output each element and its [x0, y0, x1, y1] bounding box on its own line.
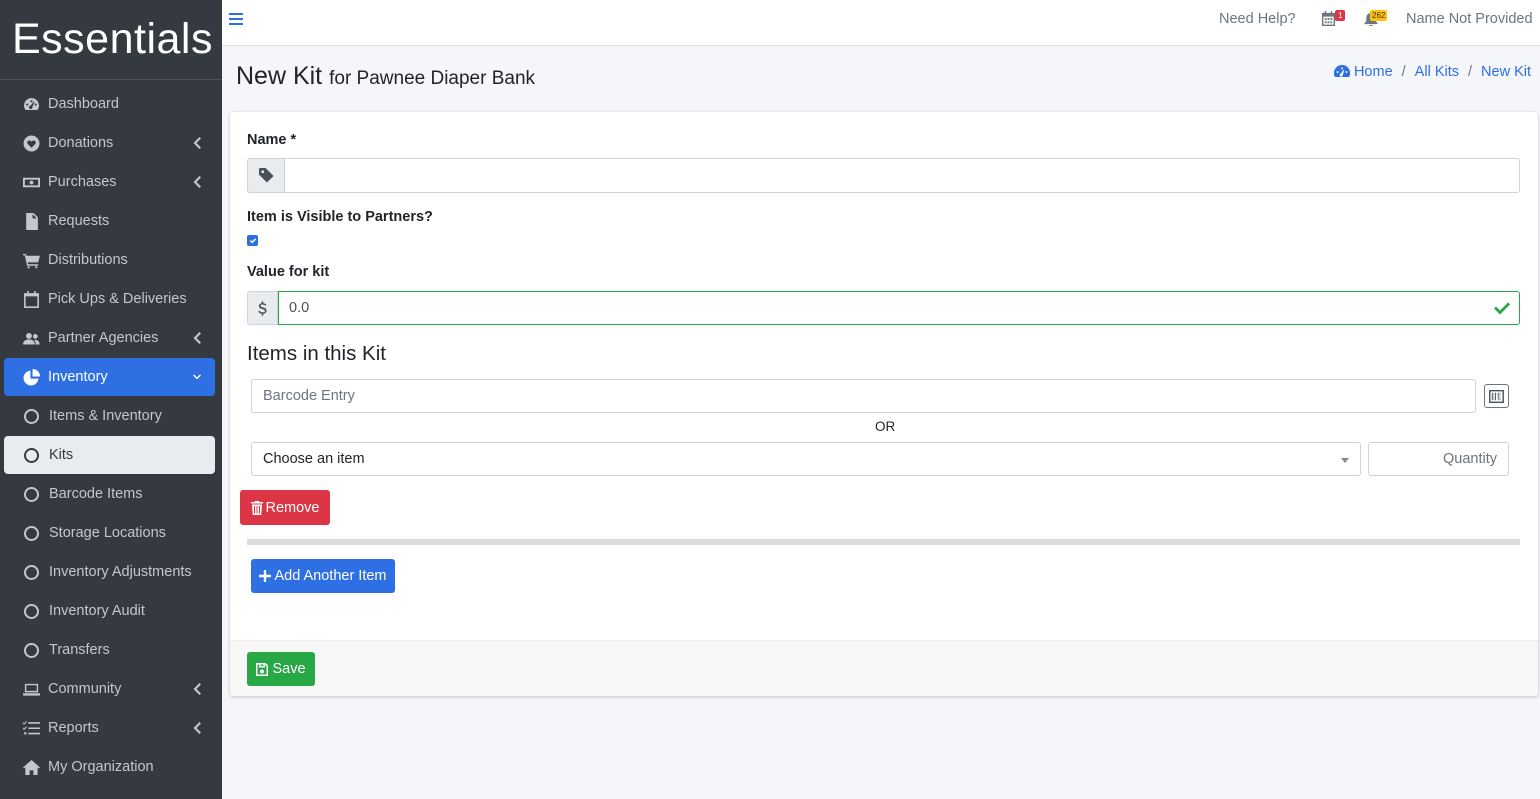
page-title: New Kit for Pawnee Diaper Bank [236, 62, 536, 90]
chevron-left-icon [193, 176, 201, 188]
circle-icon [24, 408, 39, 424]
sidebar-item-purchases[interactable]: Purchases [4, 163, 215, 201]
sidebar-item-community[interactable]: Community [4, 670, 215, 708]
remove-button[interactable]: Remove [240, 490, 330, 525]
list-icon [21, 719, 41, 737]
or-divider-text: OR [875, 419, 896, 434]
calendar-badge: 1 [1335, 10, 1346, 21]
notification-badge: 262 [1370, 10, 1388, 21]
value-label: Value for kit [247, 264, 330, 280]
sidebar-nav: Dashboard Donations Purchases Requests D… [0, 85, 222, 786]
circle-icon [24, 564, 39, 580]
page-subtitle: for Pawnee Diaper Bank [329, 68, 536, 89]
caret-down-icon [1341, 458, 1349, 463]
sidebar-item-inventory[interactable]: Inventory [4, 358, 215, 396]
tag-icon [247, 158, 285, 193]
name-label: Name * [247, 132, 297, 148]
dollar-icon [247, 291, 278, 325]
circle-icon [24, 486, 39, 502]
section-divider [247, 539, 1520, 545]
calendar-icon [21, 290, 41, 308]
sidebar-item-partner-agencies[interactable]: Partner Agencies [4, 319, 215, 357]
dashboard-icon [1333, 65, 1350, 79]
heart-icon [21, 134, 41, 152]
check-icon [249, 237, 256, 243]
circle-icon [24, 642, 39, 658]
sidebar-item-pickups[interactable]: Pick Ups & Deliveries [4, 280, 215, 318]
barcode-scan-button[interactable] [1484, 384, 1509, 408]
sidebar-item-reports[interactable]: Reports [4, 709, 215, 747]
users-icon [21, 329, 41, 347]
chevron-left-icon [193, 332, 201, 344]
save-icon [256, 662, 269, 676]
sidebar-item-storage-locations[interactable]: Storage Locations [4, 514, 215, 552]
sidebar-item-dashboard[interactable]: Dashboard [4, 85, 215, 123]
chevron-left-icon [193, 683, 201, 695]
sidebar-item-kits[interactable]: Kits [4, 436, 215, 474]
trash-icon [250, 500, 263, 515]
circle-icon [24, 603, 39, 619]
sidebar-item-transfers[interactable]: Transfers [4, 631, 215, 669]
sidebar-item-my-organization[interactable]: My Organization [4, 748, 215, 786]
sidebar-item-items-inventory[interactable]: Items & Inventory [4, 397, 215, 435]
name-input-group [247, 158, 1520, 193]
need-help-link[interactable]: Need Help? [1219, 11, 1296, 27]
breadcrumb-home[interactable]: Home [1354, 64, 1393, 80]
breadcrumb: Home / All Kits / New Kit [1333, 64, 1531, 80]
circle-icon [24, 447, 39, 463]
sidebar-item-inventory-adjustments[interactable]: Inventory Adjustments [4, 553, 215, 591]
card-footer: Save [230, 640, 1538, 696]
name-input[interactable] [285, 158, 1520, 193]
dashboard-icon [21, 95, 41, 113]
sidebar: Essentials Dashboard Donations Purchases… [0, 0, 222, 799]
chevron-left-icon [193, 722, 201, 734]
sidebar-item-distributions[interactable]: Distributions [4, 241, 215, 279]
breadcrumb-new-kit[interactable]: New Kit [1481, 64, 1531, 80]
sidebar-item-barcode-items[interactable]: Barcode Items [4, 475, 215, 513]
sidebar-item-inventory-audit[interactable]: Inventory Audit [4, 592, 215, 630]
quantity-input[interactable]: Quantity [1368, 442, 1509, 476]
laptop-icon [21, 680, 41, 698]
save-button[interactable]: Save [247, 652, 315, 686]
item-select[interactable]: Choose an item [251, 442, 1361, 476]
chevron-left-icon [193, 137, 201, 149]
file-icon [21, 212, 41, 230]
sidebar-item-donations[interactable]: Donations [4, 124, 215, 162]
cart-icon [21, 251, 41, 269]
add-another-item-button[interactable]: Add Another Item [251, 559, 395, 593]
chevron-down-icon [193, 371, 201, 383]
sidebar-item-requests[interactable]: Requests [4, 202, 215, 240]
plus-icon [259, 570, 272, 582]
money-icon [21, 173, 41, 191]
value-input-group: 0.0 [247, 291, 1520, 325]
circle-icon [24, 525, 39, 541]
visible-label: Item is Visible to Partners? [247, 209, 433, 225]
barcode-icon [1489, 389, 1504, 403]
breadcrumb-all-kits[interactable]: All Kits [1415, 64, 1459, 80]
topbar: Need Help? 1 262 Name Not Provided [222, 0, 1540, 46]
check-icon [1494, 301, 1510, 315]
kit-form-card: Name * Item is Visible to Partners? Valu… [230, 112, 1538, 696]
home-icon [21, 758, 41, 776]
items-section-title: Items in this Kit [247, 342, 386, 365]
brand-logo[interactable]: Essentials [0, 0, 222, 80]
barcode-input[interactable]: Barcode Entry [251, 379, 1476, 413]
menu-toggle-icon[interactable] [229, 12, 243, 26]
value-input[interactable]: 0.0 [278, 291, 1520, 325]
visible-checkbox[interactable] [247, 235, 258, 246]
user-menu[interactable]: Name Not Provided [1406, 11, 1533, 27]
pie-chart-icon [21, 368, 41, 386]
